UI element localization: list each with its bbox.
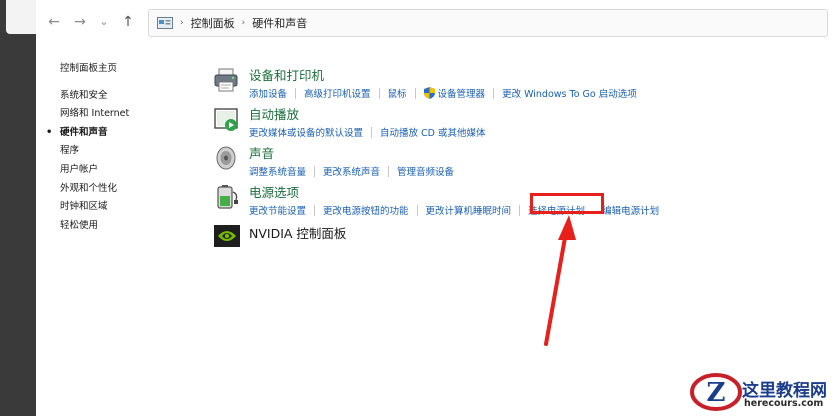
breadcrumb-separator: › [241,18,246,28]
sidebar-item-label: 硬件和声音 [60,126,108,138]
category-title-nvidia[interactable]: NVIDIA 控制面板 [249,223,346,242]
category-title-autoplay[interactable]: 自动播放 [249,104,299,123]
category-autoplay: 自动播放 更改媒体或设备的默认设置 自动播放 CD 或其他媒体 [214,104,834,144]
link-divider [388,165,390,177]
background-tab [6,0,36,34]
watermark: Z 这里教程网 herecours.com [690,370,838,416]
category-title-power-options[interactable]: 电源选项 [249,182,299,201]
control-panel-window: ← → ⌄ ↑ › 控制面板 › 硬件和声音 控制面板主页 系统和安全 网络和 … [36,0,838,416]
sidebar-item-clock-region[interactable]: 时钟和区域 [60,198,190,217]
recent-locations-button[interactable]: ⌄ [94,12,114,32]
svg-text:Z: Z [707,378,726,408]
category-title-sound[interactable]: 声音 [249,143,274,162]
sidebar-item-hardware-sound[interactable]: • 硬件和声音 [46,124,190,143]
link-divider [378,87,380,99]
category-power-options: 电源选项 更改节能设置 更改电源按钮的功能 更改计算机睡眠时间 选择电源计划 编… [214,182,834,222]
link-autoplay-cd[interactable]: 自动播放 CD 或其他媒体 [380,125,486,139]
autoplay-icon [214,106,240,132]
category-sound: 声音 调整系统音量 更改系统声音 管理音频设备 [214,143,834,183]
sidebar-item-user-accounts[interactable]: 用户帐户 [60,161,190,180]
category-title-devices-printers[interactable]: 设备和打印机 [249,65,324,84]
category-links: 更改媒体或设备的默认设置 自动播放 CD 或其他媒体 [249,125,486,139]
link-divider [314,204,316,216]
annotation-highlight-box [530,193,604,214]
link-divider [295,87,297,99]
category-nvidia: NVIDIA 控制面板 [214,221,834,261]
link-adjust-volume[interactable]: 调整系统音量 [249,164,306,178]
up-button[interactable]: ↑ [118,12,138,32]
link-windows-to-go[interactable]: 更改 Windows To Go 启动选项 [502,86,637,100]
link-advanced-printer-settings[interactable]: 高级打印机设置 [304,86,371,100]
sidebar-item-network[interactable]: 网络和 Internet [60,105,190,124]
link-power-button-function[interactable]: 更改电源按钮的功能 [323,203,409,217]
sidebar-item-ease-of-access[interactable]: 轻松使用 [60,217,190,236]
forward-button[interactable]: → [70,12,90,32]
uac-shield-icon [423,87,435,99]
link-change-system-sounds[interactable]: 更改系统声音 [323,164,380,178]
link-mouse[interactable]: 鼠标 [388,86,407,100]
link-divider [493,87,495,99]
link-change-power-saving[interactable]: 更改节能设置 [249,203,306,217]
link-manage-audio-devices[interactable]: 管理音频设备 [397,164,454,178]
active-marker: • [46,126,53,138]
link-divider [314,165,316,177]
breadcrumb-separator: › [180,18,184,28]
back-button[interactable]: ← [44,12,64,32]
category-links: 添加设备 高级打印机设置 鼠标 设备管理器 更改 Windows To Go 启… [249,86,637,100]
link-change-media-defaults[interactable]: 更改媒体或设备的默认设置 [249,125,363,139]
watermark-logo-icon: Z [690,373,742,411]
control-panel-icon [157,17,173,29]
link-device-manager[interactable]: 设备管理器 [438,86,486,100]
sidebar-home-link[interactable]: 控制面板主页 [60,60,190,79]
breadcrumb-control-panel[interactable]: 控制面板 [191,15,235,31]
link-divider [519,204,521,216]
sidebar-item-programs[interactable]: 程序 [60,142,190,161]
link-add-device[interactable]: 添加设备 [249,86,287,100]
nvidia-icon [214,223,240,249]
navigation-bar: ← → ⌄ ↑ › 控制面板 › 硬件和声音 [36,0,838,44]
sidebar: 控制面板主页 系统和安全 网络和 Internet • 硬件和声音 程序 用户帐… [46,60,190,236]
speaker-icon [214,145,240,171]
link-divider [414,87,416,99]
address-bar[interactable]: › 控制面板 › 硬件和声音 [148,9,828,37]
category-links: 调整系统音量 更改系统声音 管理音频设备 [249,164,454,178]
background-window-strip [0,0,36,416]
printer-icon [214,67,240,93]
category-devices-printers: 设备和打印机 添加设备 高级打印机设置 鼠标 设备管理器 更改 Windows … [214,65,834,105]
link-divider [416,204,418,216]
link-divider [371,126,373,138]
sidebar-item-system-security[interactable]: 系统和安全 [60,87,190,106]
sidebar-item-appearance[interactable]: 外观和个性化 [60,180,190,199]
breadcrumb-hardware-and-sound[interactable]: 硬件和声音 [252,15,307,31]
link-change-sleep-time[interactable]: 更改计算机睡眠时间 [426,203,512,217]
battery-icon [214,184,240,210]
watermark-url: herecours.com [744,398,824,409]
link-edit-power-plan[interactable]: 编辑电源计划 [602,203,659,217]
